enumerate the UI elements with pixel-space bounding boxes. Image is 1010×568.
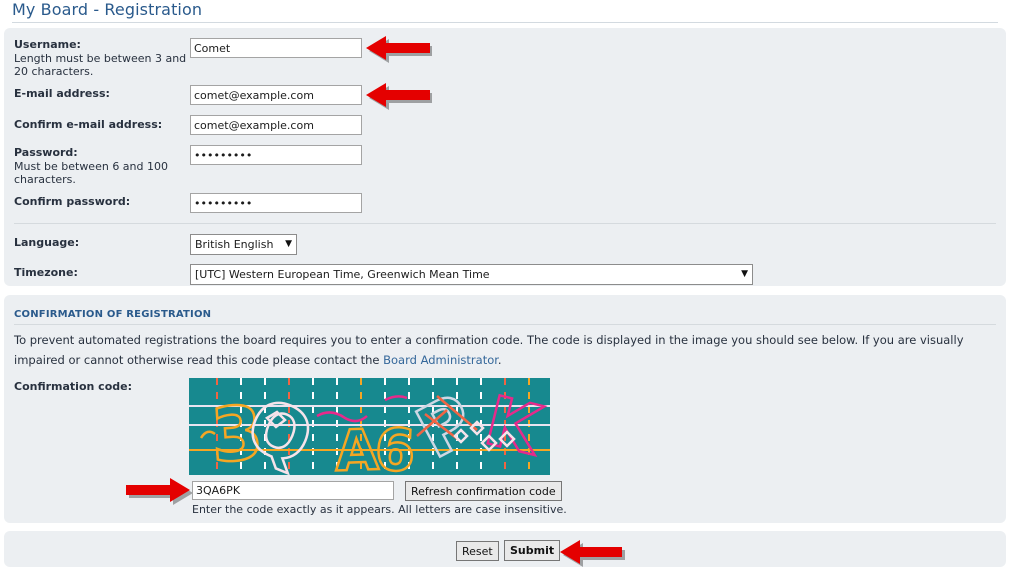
confirmation-heading: CONFIRMATION OF REGISTRATION [14,309,212,320]
arrow-confirmation-code [126,478,192,505]
arrow-submit [560,540,625,567]
email-confirm-input[interactable] [190,115,362,135]
page-title: My Board - Registration [12,0,203,19]
title-divider [12,22,998,23]
chevron-down-icon: ▼ [741,269,748,279]
arrow-email [366,83,432,110]
confirmation-code-label: Confirmation code: [14,380,132,393]
confirmation-description-text2: . [497,353,502,367]
email-confirm-label: Confirm e-mail address: [14,118,163,131]
submit-button[interactable]: Submit [504,540,561,561]
username-label: Username: [14,38,81,51]
chevron-down-icon: ▼ [285,239,292,249]
confirmation-description: To prevent automated registrations the b… [14,330,996,370]
username-hint: Length must be between 3 and 20 characte… [14,52,187,78]
refresh-confirmation-code-button[interactable]: Refresh confirmation code [405,481,562,501]
password-label: Password: [14,146,78,159]
confirmation-divider [14,324,996,325]
password-confirm-label: Confirm password: [14,195,131,208]
reset-button[interactable]: Reset [456,541,499,561]
password-confirm-input[interactable] [190,193,362,213]
arrow-username [366,36,432,63]
confirmation-code-hint: Enter the code exactly as it appears. Al… [192,503,567,516]
language-select-value: British English [195,238,274,251]
confirmation-code-input[interactable] [192,481,394,500]
registration-page: My Board - Registration Username: Length… [0,0,1010,568]
timezone-select[interactable]: [UTC] Western European Time, Greenwich M… [190,264,753,285]
language-select[interactable]: British English ▼ [190,234,297,255]
board-administrator-link[interactable]: Board Administrator [383,353,498,367]
password-hint: Must be between 6 and 100 characters. [14,160,168,186]
timezone-label: Timezone: [14,266,78,279]
email-input[interactable] [190,85,362,105]
captcha-glyph-3: 6 [373,415,417,475]
form-divider [14,223,996,224]
password-input[interactable] [190,145,362,165]
captcha-image: 3 Q A 6 P K [189,378,550,475]
username-input[interactable] [190,38,362,58]
timezone-select-value: [UTC] Western European Time, Greenwich M… [195,268,490,281]
language-label: Language: [14,236,80,249]
captcha-canvas: 3 Q A 6 P K [189,378,550,475]
email-label: E-mail address: [14,87,110,100]
